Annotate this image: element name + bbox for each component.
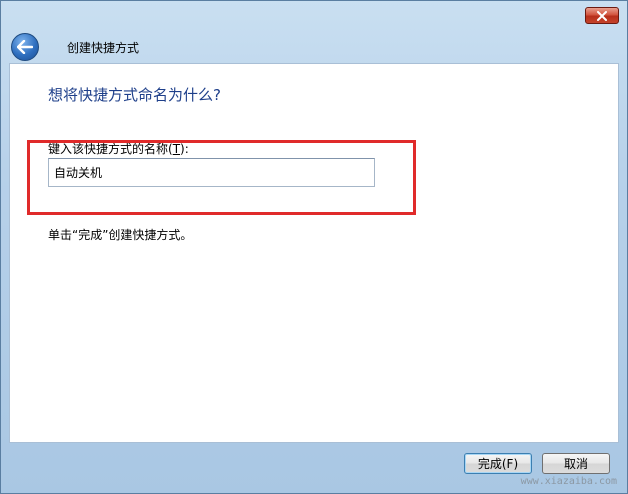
finish-hint: 单击“完成”创建快捷方式。 bbox=[48, 228, 193, 242]
close-icon bbox=[597, 10, 607, 21]
name-field-label-prefix: 键入该快捷方式的名称( bbox=[48, 142, 173, 156]
shortcut-name-input[interactable] bbox=[48, 158, 375, 187]
name-field-label-suffix: ): bbox=[180, 142, 189, 156]
back-arrow-icon bbox=[17, 40, 33, 54]
name-field-label-hotkey: T bbox=[172, 142, 181, 156]
finish-button[interactable]: 完成(F) bbox=[464, 453, 532, 474]
back-button[interactable] bbox=[11, 33, 39, 61]
watermark: www.xiazaiba.com bbox=[520, 476, 617, 487]
cancel-button[interactable]: 取消 bbox=[542, 453, 610, 474]
wizard-title: 创建快捷方式 bbox=[67, 41, 140, 55]
name-field-label: 键入该快捷方式的名称(T): bbox=[48, 140, 189, 157]
page-heading: 想将快捷方式命名为什么? bbox=[48, 86, 221, 104]
close-button[interactable] bbox=[585, 7, 619, 24]
wizard-content: 想将快捷方式命名为什么? 键入该快捷方式的名称(T): 单击“完成”创建快捷方式… bbox=[9, 63, 619, 443]
wizard-window: 创建快捷方式 想将快捷方式命名为什么? 键入该快捷方式的名称(T): 单击“完成… bbox=[0, 0, 628, 494]
title-bar bbox=[1, 1, 627, 29]
wizard-nav: 创建快捷方式 bbox=[9, 29, 619, 63]
